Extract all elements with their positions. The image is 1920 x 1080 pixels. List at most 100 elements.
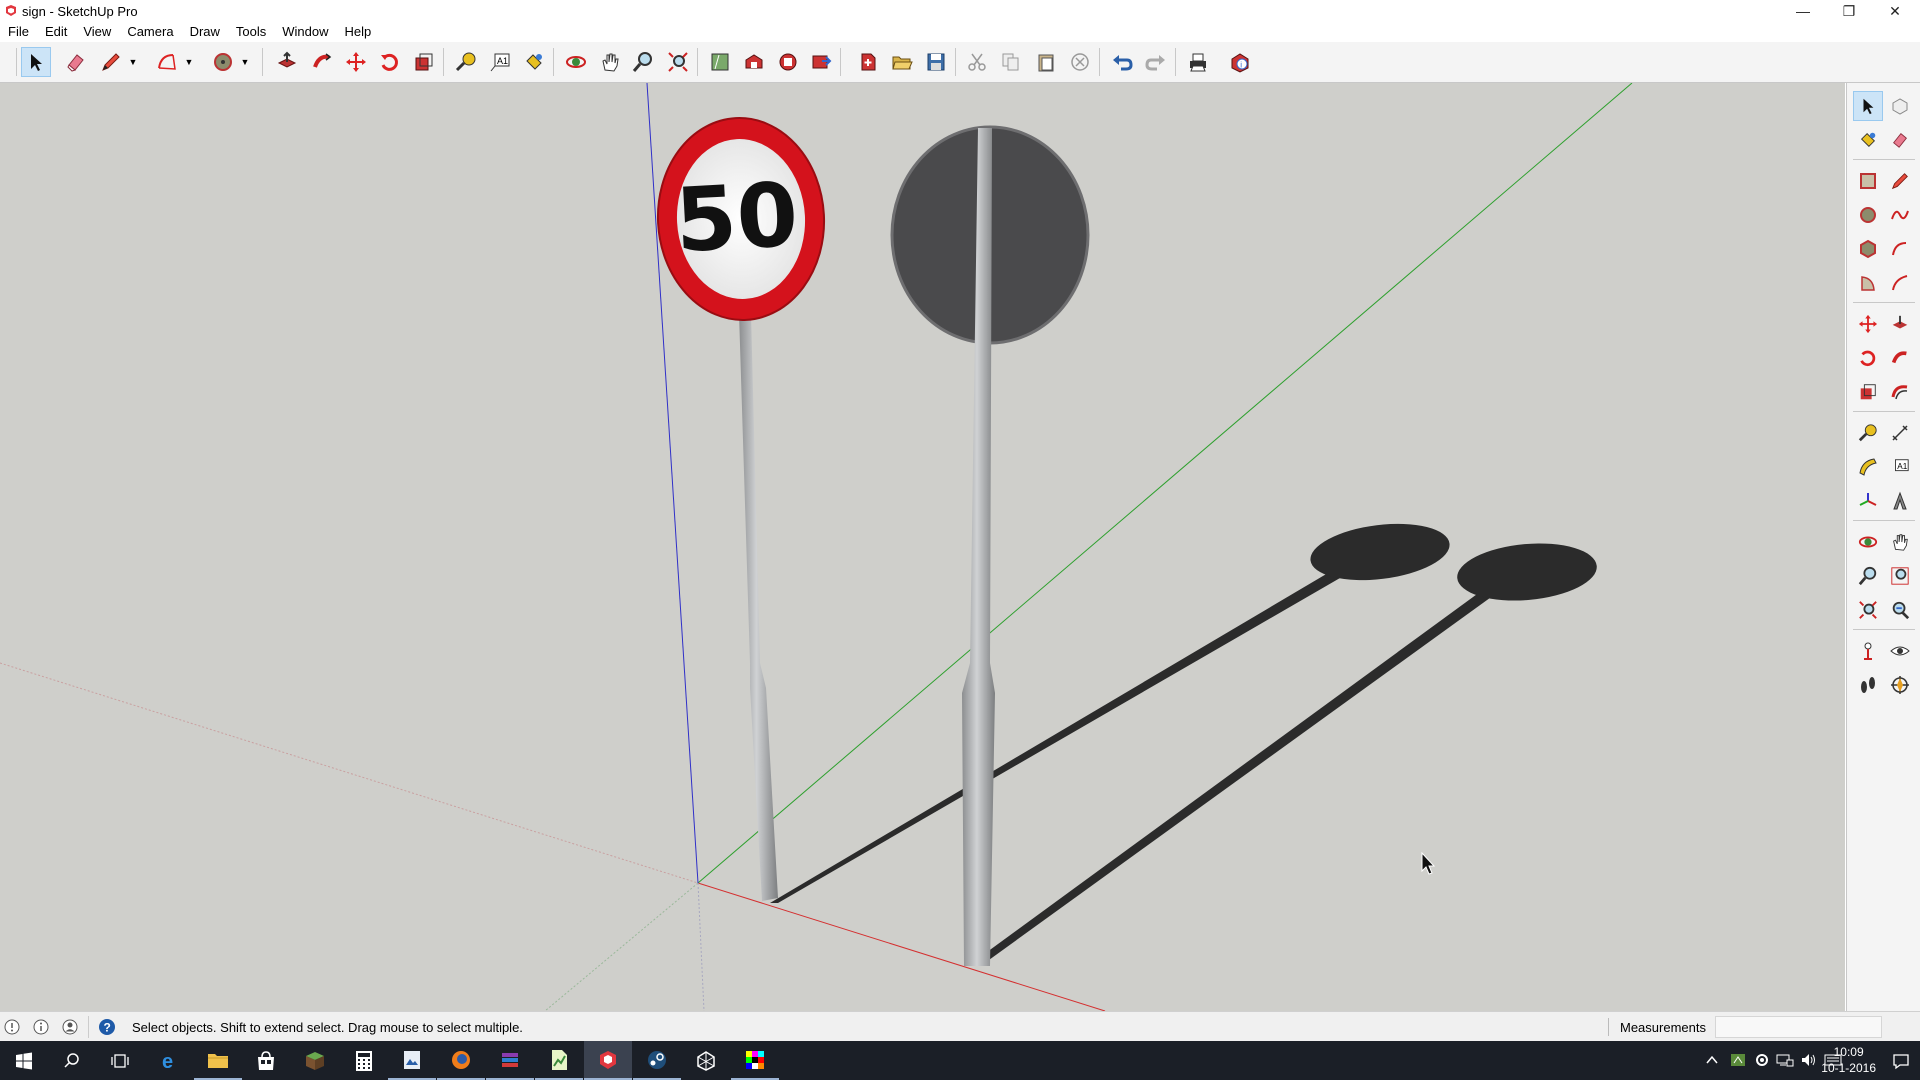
- menu-file[interactable]: File: [0, 22, 37, 42]
- offset-tool-button[interactable]: [1885, 377, 1915, 407]
- circle-tool-button[interactable]: [1853, 200, 1883, 230]
- pie-tool-button[interactable]: [1853, 268, 1883, 298]
- text-tool-button[interactable]: A1: [1885, 452, 1915, 482]
- model-info-button[interactable]: i: [1225, 47, 1255, 77]
- credits-icon[interactable]: [33, 1019, 49, 1035]
- make-component-button[interactable]: [1885, 91, 1915, 121]
- orbit-tool-button[interactable]: [1853, 527, 1883, 557]
- pan-tool-button[interactable]: [595, 47, 625, 77]
- restore-button[interactable]: ❐: [1826, 0, 1872, 22]
- rotate-tool-button[interactable]: [1853, 343, 1883, 373]
- paint-bucket-tool-button[interactable]: [1853, 125, 1883, 155]
- cut-button[interactable]: [962, 47, 992, 77]
- position-camera-button[interactable]: [1853, 636, 1883, 666]
- previous-view-button[interactable]: [1885, 595, 1915, 625]
- arc-tool-button[interactable]: [152, 47, 182, 77]
- show-hidden-icons-icon[interactable]: [1706, 1055, 1718, 1065]
- rotate-tool-button[interactable]: [375, 47, 405, 77]
- notifications-icon[interactable]: [1892, 1052, 1910, 1070]
- pan-tool-button[interactable]: [1885, 527, 1915, 557]
- undo-button[interactable]: [1107, 47, 1137, 77]
- close-button[interactable]: ✕: [1872, 0, 1918, 22]
- shape-tool-button[interactable]: [208, 47, 238, 77]
- shape-dropdown-button[interactable]: ▼: [238, 47, 252, 77]
- select-tool-button[interactable]: [21, 47, 51, 77]
- zoom-extents-button[interactable]: [663, 47, 693, 77]
- menu-window[interactable]: Window: [274, 22, 336, 42]
- tape-measure-tool-button[interactable]: [1853, 418, 1883, 448]
- 3d-text-tool-button[interactable]: [1885, 486, 1915, 516]
- task-view-button[interactable]: [96, 1041, 144, 1080]
- erase-button[interactable]: [1065, 47, 1095, 77]
- text-tool-button[interactable]: A1: [485, 47, 515, 77]
- measurements-input[interactable]: [1715, 1016, 1882, 1038]
- tray-app-icon[interactable]: [1730, 1052, 1746, 1068]
- freehand-tool-button[interactable]: [1885, 200, 1915, 230]
- move-tool-button[interactable]: [1853, 309, 1883, 339]
- scale-tool-button[interactable]: [1853, 377, 1883, 407]
- share-model-button[interactable]: [806, 47, 836, 77]
- system-clock[interactable]: 10:09 10-1-2016: [1821, 1044, 1876, 1076]
- menu-view[interactable]: View: [75, 22, 119, 42]
- menu-draw[interactable]: Draw: [182, 22, 228, 42]
- follow-me-tool-button[interactable]: [1885, 343, 1915, 373]
- save-button[interactable]: [921, 47, 951, 77]
- start-button[interactable]: [0, 1041, 48, 1080]
- minecraft-task[interactable]: [291, 1041, 339, 1080]
- unity-task[interactable]: [682, 1041, 730, 1080]
- bluetooth-gear-icon[interactable]: [1754, 1052, 1770, 1068]
- line-tool-button[interactable]: [1885, 166, 1915, 196]
- menu-tools[interactable]: Tools: [228, 22, 274, 42]
- model-viewport[interactable]: 50: [0, 83, 1845, 1011]
- dimension-tool-button[interactable]: [1885, 418, 1915, 448]
- look-around-button[interactable]: [1885, 636, 1915, 666]
- 3-point-arc-tool-button[interactable]: [1885, 268, 1915, 298]
- spreadsheet-task[interactable]: [535, 1041, 583, 1080]
- network-icon[interactable]: [1776, 1052, 1794, 1068]
- push-pull-tool-button[interactable]: [1885, 309, 1915, 339]
- file-explorer-task[interactable]: [194, 1041, 242, 1080]
- menu-camera[interactable]: Camera: [119, 22, 181, 42]
- select-tool-button[interactable]: [1853, 91, 1883, 121]
- open-button[interactable]: [887, 47, 917, 77]
- polygon-tool-button[interactable]: [1853, 234, 1883, 264]
- search-button[interactable]: [48, 1041, 96, 1080]
- tape-measure-tool-button[interactable]: [451, 47, 481, 77]
- edge-browser-task[interactable]: e: [146, 1041, 194, 1080]
- calculator-task[interactable]: [340, 1041, 388, 1080]
- scale-tool-button[interactable]: [409, 47, 439, 77]
- color-app-task[interactable]: [731, 1041, 779, 1080]
- winrar-task[interactable]: [486, 1041, 534, 1080]
- zoom-tool-button[interactable]: [1853, 561, 1883, 591]
- menu-edit[interactable]: Edit: [37, 22, 75, 42]
- user-account-icon[interactable]: [62, 1019, 78, 1035]
- protractor-tool-button[interactable]: [1853, 452, 1883, 482]
- photo-viewer-task[interactable]: [388, 1041, 436, 1080]
- new-model-button[interactable]: [853, 47, 883, 77]
- redo-button[interactable]: [1141, 47, 1171, 77]
- store-task[interactable]: [242, 1041, 290, 1080]
- steam-task[interactable]: [633, 1041, 681, 1080]
- follow-me-tool-button[interactable]: [307, 47, 337, 77]
- firefox-task[interactable]: [437, 1041, 485, 1080]
- eraser-tool-button[interactable]: [61, 47, 91, 77]
- push-pull-tool-button[interactable]: [272, 47, 302, 77]
- volume-icon[interactable]: [1800, 1052, 1818, 1068]
- orbit-tool-button[interactable]: [561, 47, 591, 77]
- add-location-button[interactable]: [705, 47, 735, 77]
- copy-button[interactable]: [996, 47, 1026, 77]
- axes-tool-button[interactable]: [1853, 486, 1883, 516]
- zoom-tool-button[interactable]: [628, 47, 658, 77]
- rectangle-tool-button[interactable]: [1853, 166, 1883, 196]
- paste-button[interactable]: [1031, 47, 1061, 77]
- print-button[interactable]: [1183, 47, 1213, 77]
- zoom-extents-button[interactable]: [1853, 595, 1883, 625]
- section-plane-button[interactable]: [1885, 670, 1915, 700]
- move-tool-button[interactable]: [341, 47, 371, 77]
- walk-tool-button[interactable]: [1853, 670, 1883, 700]
- sketchup-app-icon[interactable]: [4, 4, 18, 18]
- zoom-window-button[interactable]: [1885, 561, 1915, 591]
- minimize-button[interactable]: —: [1780, 0, 1826, 22]
- 3d-warehouse-button[interactable]: [739, 47, 769, 77]
- line-dropdown-button[interactable]: ▼: [126, 47, 140, 77]
